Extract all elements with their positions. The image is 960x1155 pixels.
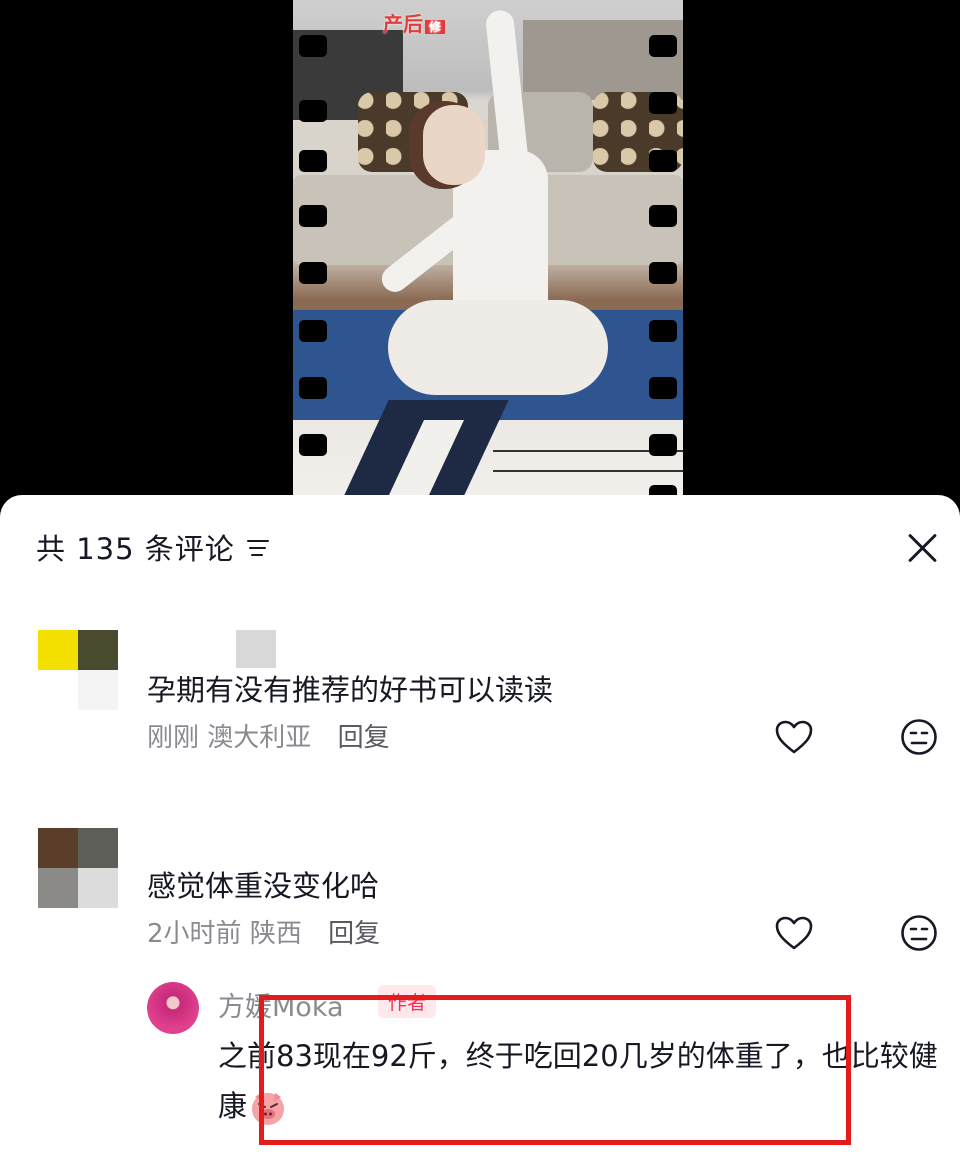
- meh-face-icon[interactable]: [900, 914, 938, 952]
- film-hole: [649, 377, 677, 399]
- video-watermark-tag: 修: [425, 20, 446, 34]
- heart-outline-icon[interactable]: [774, 915, 814, 951]
- film-hole: [299, 320, 327, 342]
- comment-count: 共 135 条评论: [36, 532, 235, 566]
- person-legs: [388, 300, 608, 395]
- film-hole: [649, 262, 677, 284]
- film-hole: [299, 35, 327, 57]
- comment-header: 共 135 条评论: [36, 527, 271, 567]
- comment-meta: 2小时前 陕西 回复: [147, 913, 380, 950]
- video-watermark: 产后修: [383, 8, 446, 37]
- comment-text: 孕期有没有推荐的好书可以读读: [147, 673, 554, 707]
- film-hole: [649, 434, 677, 456]
- avatar[interactable]: [38, 828, 118, 908]
- film-hole: [649, 320, 677, 342]
- comment-meta: 刚刚 澳大利亚 回复: [147, 717, 390, 754]
- film-hole: [649, 92, 677, 114]
- video-player[interactable]: 产后修: [293, 0, 683, 500]
- rug-line: [493, 470, 683, 472]
- avatar[interactable]: [38, 630, 118, 710]
- close-icon[interactable]: [906, 532, 938, 564]
- film-hole: [299, 262, 327, 284]
- film-hole: [649, 35, 677, 57]
- film-hole: [299, 377, 327, 399]
- comment-time: 2小时前: [147, 919, 242, 949]
- highlight-annotation-box: [259, 995, 851, 1145]
- film-hole: [299, 100, 327, 122]
- film-hole: [299, 434, 327, 456]
- comment-location: 澳大利亚: [207, 723, 312, 753]
- film-hole: [299, 150, 327, 172]
- meh-face-icon[interactable]: [900, 718, 938, 756]
- film-hole: [649, 205, 677, 227]
- film-hole: [299, 205, 327, 227]
- username-redacted[interactable]: [236, 630, 276, 668]
- comment-time: 刚刚: [147, 723, 200, 753]
- comment-location: 陕西: [249, 919, 302, 949]
- filter-lines-icon[interactable]: [246, 537, 271, 557]
- video-watermark-text: 产后: [383, 12, 423, 36]
- person-head: [423, 105, 485, 185]
- comment-text: 感觉体重没变化哈: [147, 869, 380, 903]
- reply-button[interactable]: 回复: [328, 919, 380, 949]
- heart-outline-icon[interactable]: [774, 719, 814, 755]
- film-hole: [649, 150, 677, 172]
- author-avatar[interactable]: [147, 982, 199, 1034]
- shelf-unit: [523, 20, 683, 100]
- reply-button[interactable]: 回复: [338, 723, 390, 753]
